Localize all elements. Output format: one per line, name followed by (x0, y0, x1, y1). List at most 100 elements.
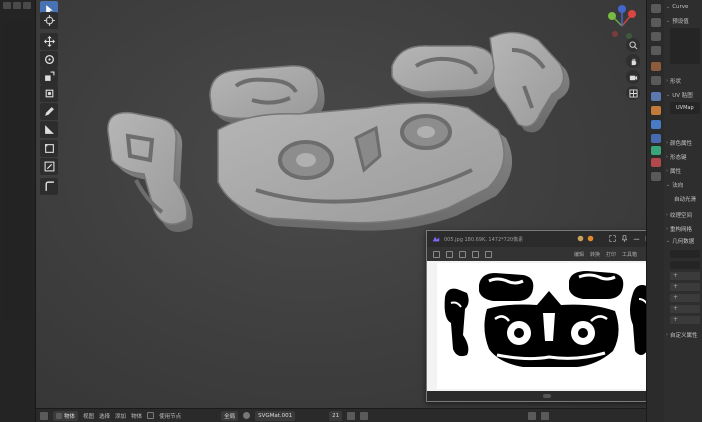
properties-tab-column (646, 0, 664, 422)
orientation-dropdown[interactable]: 全局 (221, 410, 239, 421)
image-viewer-window[interactable]: 005.jpg 180.69K, 1472*720像素 编辑 转换 打印 工具箱 (426, 230, 646, 402)
view-menu[interactable]: 视图 (83, 412, 94, 420)
print-button[interactable]: 打印 (606, 251, 616, 258)
color-attributes-panel-header[interactable]: › 颜色属性 (666, 138, 692, 148)
custom-properties-panel-header[interactable]: › 自定义属性 (666, 330, 698, 340)
curve-tilt-tool-button[interactable] (40, 178, 58, 195)
auto-smooth-row[interactable]: 自动光滑 (674, 194, 696, 204)
copy-material-icon[interactable] (347, 411, 356, 420)
camera-icon[interactable] (23, 2, 31, 9)
preset-list[interactable] (670, 28, 700, 64)
add-button[interactable]: + (670, 305, 700, 313)
pin-top-icon[interactable] (621, 235, 628, 242)
world-tab-icon[interactable] (651, 76, 661, 85)
annotate-tool-button[interactable] (40, 103, 58, 120)
proportional-edit-icon[interactable] (541, 411, 550, 420)
add-button[interactable]: + (670, 294, 700, 302)
material-user-count[interactable]: 21 (329, 410, 343, 421)
y-axis-handle[interactable] (608, 12, 616, 20)
modifier-tab-icon[interactable] (651, 120, 661, 129)
minimize-icon[interactable] (633, 235, 640, 242)
add-menu[interactable]: 添加 (115, 412, 126, 420)
select-menu[interactable]: 选择 (99, 412, 110, 420)
use-nodes-checkbox[interactable] (147, 412, 155, 419)
geometry-data-field[interactable] (670, 261, 700, 269)
viewer-logo-icon (432, 236, 440, 242)
extrude-tool-button[interactable] (40, 158, 58, 175)
thumbnail-toggle[interactable] (543, 394, 551, 398)
add-button[interactable]: + (670, 272, 700, 280)
cube-icon (44, 144, 54, 153)
share-icon[interactable] (587, 235, 594, 242)
zoom-button[interactable] (626, 38, 640, 52)
pin-icon[interactable] (577, 235, 584, 242)
use-nodes-label: 使用节点 (159, 413, 182, 420)
object-tab-icon[interactable] (651, 106, 661, 115)
uv-panel-header[interactable]: ⌄ UV 贴图 (666, 90, 693, 100)
fullscreen-icon[interactable] (609, 235, 616, 242)
perspective-toggle-button[interactable] (626, 86, 640, 100)
viewer-titlebar[interactable]: 005.jpg 180.69K, 1472*720像素 (427, 231, 646, 247)
rotate-tool-button[interactable] (40, 51, 58, 68)
shape-keys-panel-header[interactable]: › 形态键 (666, 152, 687, 162)
delete-icon[interactable] (485, 250, 492, 258)
editor-type-icon[interactable] (3, 2, 11, 9)
texture-space-panel-header[interactable]: › 纹理空间 (666, 210, 692, 220)
preset-panel-header[interactable]: ⌄ 预设值 (666, 16, 689, 26)
object-mode-icon (56, 412, 62, 419)
attributes-panel-header[interactable]: › 属性 (666, 166, 681, 176)
camera-view-button[interactable] (626, 70, 640, 84)
render-tab-icon[interactable] (651, 18, 661, 27)
z-axis-handle[interactable] (618, 5, 626, 13)
view-icon[interactable] (13, 2, 21, 9)
object-menu[interactable]: 物体 (131, 412, 142, 420)
transform-tool-button[interactable] (40, 85, 58, 102)
add-button[interactable]: + (670, 283, 700, 291)
viewer-toolbar: 编辑 转换 打印 工具箱 (427, 247, 646, 261)
output-tab-icon[interactable] (651, 32, 661, 41)
view-layer-tab-icon[interactable] (651, 46, 661, 55)
normals-panel-header[interactable]: ⌄ 法向 (666, 180, 683, 190)
rotate-icon[interactable] (472, 250, 479, 258)
3d-viewport[interactable]: 005.jpg 180.69K, 1472*720像素 编辑 转换 打印 工具箱 (36, 0, 646, 408)
snap-icon[interactable] (528, 411, 537, 420)
central-face-relief (217, 102, 513, 231)
camera-icon (629, 75, 637, 80)
pan-button[interactable] (626, 54, 640, 68)
add-button[interactable]: + (670, 316, 700, 324)
tool-tab-icon[interactable] (651, 4, 661, 13)
data-tab-icon[interactable] (651, 146, 661, 155)
uv-map-list[interactable]: UVMap (670, 102, 700, 114)
delete-material-icon[interactable] (360, 411, 369, 420)
material-tab-icon[interactable] (651, 158, 661, 167)
add-cube-tool-button[interactable] (40, 140, 58, 157)
geometry-data-field[interactable] (670, 250, 700, 258)
edit-menu[interactable]: 编辑 (574, 251, 584, 258)
cursor-tool-button[interactable] (40, 12, 58, 29)
collapsed-panel (3, 20, 31, 320)
geometry-data-panel-header[interactable]: ⌄ 几何数据 (666, 236, 694, 246)
hand-icon (631, 58, 636, 65)
convert-menu[interactable]: 转换 (590, 251, 600, 258)
scale-tool-button[interactable] (40, 68, 58, 85)
measure-tool-button[interactable] (40, 121, 58, 138)
particles-tab-icon[interactable] (651, 134, 661, 143)
transform-icon (45, 89, 53, 98)
toolbox-button[interactable]: 工具箱 (622, 251, 637, 258)
zoom-out-icon[interactable] (433, 250, 440, 258)
shape-panel-header[interactable]: › 形状 (666, 76, 681, 86)
material-selector[interactable]: SVGMat.001 (255, 410, 296, 421)
texture-tab-icon[interactable] (651, 172, 661, 181)
remesh-panel-header[interactable]: › 重构网格 (666, 224, 692, 234)
collection-tab-icon[interactable] (651, 92, 661, 101)
previous-icon[interactable] (446, 250, 453, 258)
move-tool-button[interactable] (40, 33, 58, 50)
editor-type-icon[interactable] (40, 411, 48, 420)
left-ear-relief (107, 111, 193, 232)
scene-tab-icon[interactable] (651, 62, 661, 71)
right-ear-relief (489, 31, 570, 133)
object-name-row[interactable]: ⌄ Curve (666, 2, 688, 12)
x-axis-handle[interactable] (628, 10, 636, 18)
mode-dropdown[interactable]: 物体 (53, 410, 79, 421)
next-icon[interactable] (459, 250, 466, 258)
